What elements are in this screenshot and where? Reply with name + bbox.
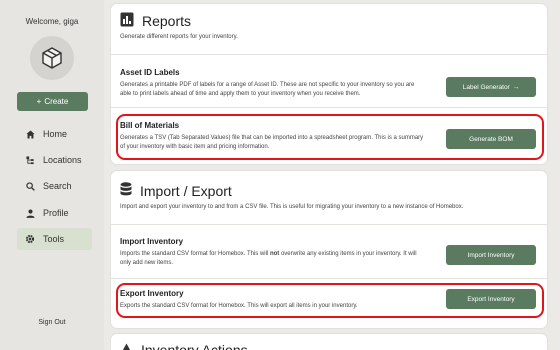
reports-description: Generate different reports for your inve…: [120, 34, 238, 40]
sidebar-item-label: Search: [43, 181, 72, 191]
description-text: overwrite any existing items in your inv…: [279, 251, 417, 257]
description-line: Generates a printable PDF of labels for …: [120, 82, 415, 88]
arrow-right-icon: →: [512, 83, 520, 91]
description-bold: not: [269, 251, 280, 257]
sign-out-link[interactable]: Sign Out: [0, 319, 104, 326]
sidebar-item-home[interactable]: Home: [17, 123, 92, 145]
welcome-text: Welcome, giga: [25, 17, 79, 26]
sidebar: Welcome, giga + Create Home Locations Se…: [0, 0, 104, 350]
import-inventory-title: Import Inventory: [120, 237, 184, 246]
import-export-title: Import / Export: [140, 182, 232, 199]
divider: [111, 224, 547, 225]
description-text: Imports the standard CSV format for Home…: [120, 251, 270, 257]
file-chart-icon: [120, 12, 134, 30]
sidebar-item-profile[interactable]: Profile: [17, 202, 92, 224]
import-export-header: Import / Export: [120, 182, 232, 199]
avatar[interactable]: [30, 36, 74, 80]
sidebar-item-locations[interactable]: Locations: [17, 149, 92, 171]
create-button-label: Create: [44, 97, 69, 106]
home-icon: [17, 129, 43, 139]
asset-id-labels-title: Asset ID Labels: [120, 68, 180, 77]
reports-title: Reports: [142, 13, 192, 29]
divider: [111, 107, 547, 108]
sidebar-item-label: Home: [43, 129, 68, 139]
highlight-outline: [116, 283, 544, 318]
box-icon: [42, 47, 62, 69]
description-line: only add new items.: [120, 259, 174, 266]
highlight-outline: [116, 114, 544, 160]
sidebar-item-search[interactable]: Search: [17, 175, 92, 197]
plus-icon: +: [36, 97, 42, 106]
import-export-description: Import and export your inventory to and …: [120, 204, 464, 210]
divider: [111, 278, 547, 279]
sidebar-item-tools[interactable]: Tools: [17, 228, 92, 250]
search-icon: [17, 181, 43, 191]
tools-icon: [17, 234, 43, 244]
database-icon: [120, 182, 132, 199]
import-inventory-label: Import Inventory: [467, 251, 515, 259]
sidebar-item-label: Profile: [43, 208, 69, 218]
label-generator-button[interactable]: Label Generator →: [446, 77, 536, 97]
inventory-actions-title: Inventory Actions: [141, 342, 248, 350]
locations-icon: [17, 155, 43, 165]
alert-icon: [120, 342, 133, 350]
label-generator-label: Label Generator: [462, 83, 510, 91]
inventory-actions-header: Inventory Actions: [120, 342, 248, 350]
create-button[interactable]: + Create: [17, 92, 88, 111]
reports-header: Reports: [120, 12, 191, 30]
profile-icon: [17, 208, 43, 218]
description-line: able to print labels ahead of time and a…: [120, 90, 361, 97]
sidebar-item-label: Tools: [43, 234, 65, 244]
import-inventory-button[interactable]: Import Inventory: [446, 245, 536, 265]
asset-id-labels-description: Generates a printable PDF of labels for …: [120, 81, 430, 98]
divider: [111, 54, 547, 55]
sidebar-item-label: Locations: [43, 155, 82, 165]
import-inventory-description: Imports the standard CSV format for Home…: [120, 250, 430, 267]
description-line: Imports the standard CSV format for Home…: [120, 250, 430, 259]
